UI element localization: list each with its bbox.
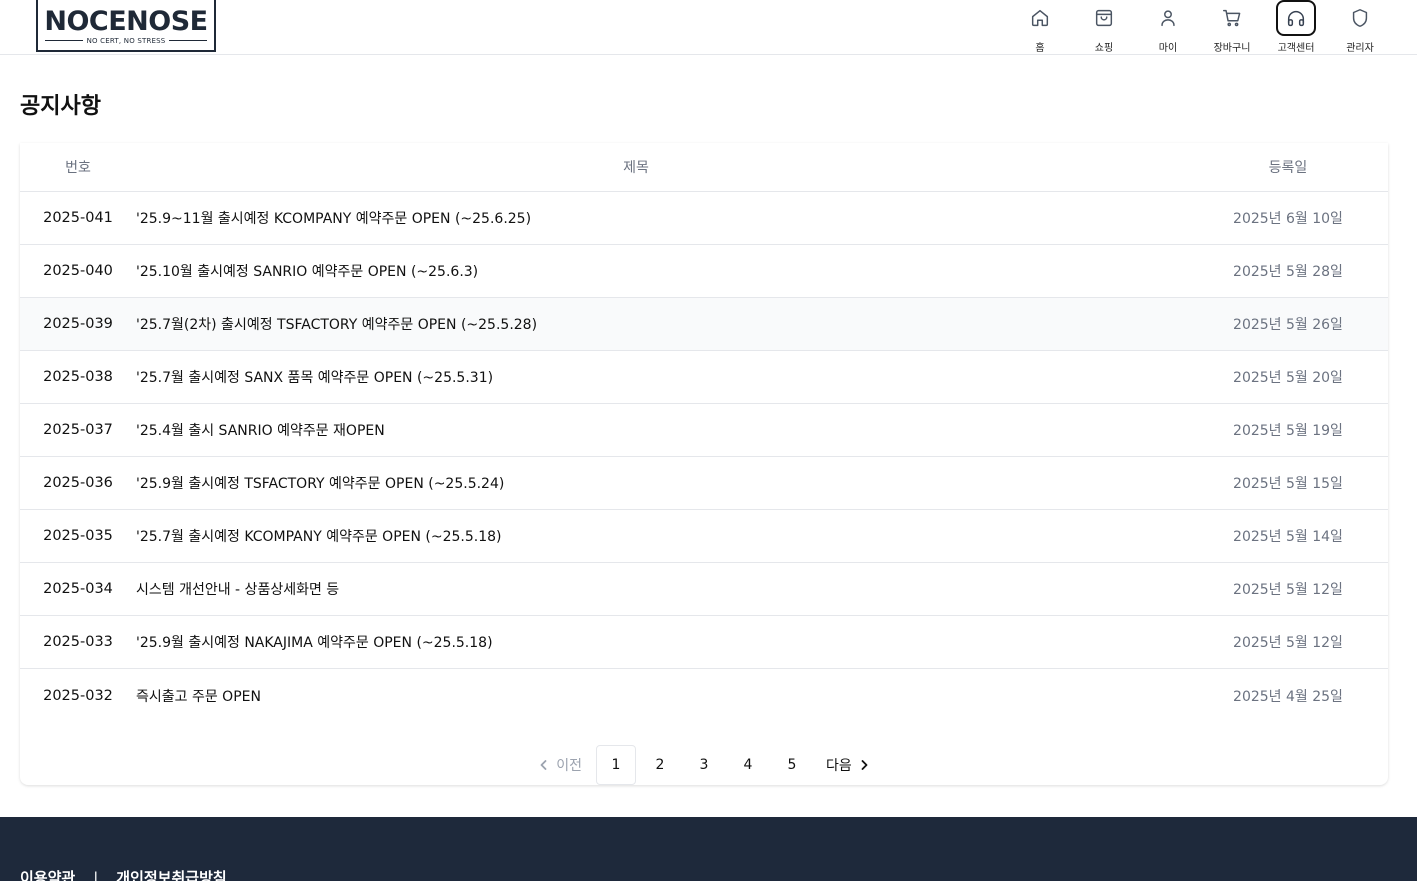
row-date: 2025년 5월 28일 [1233,264,1343,280]
row-title[interactable]: '25.7월 출시예정 SANX 품목 예약주문 OPEN (~25.5.31) [136,367,1188,387]
row-title[interactable]: '25.4월 출시 SANRIO 예약주문 재OPEN [136,420,1188,440]
user-icon [1148,0,1188,36]
notice-table-card: 번호 제목 등록일 2025-041 '25.9~11월 출시예정 KCOMPA… [20,143,1388,785]
cart-icon [1212,0,1252,36]
table-row[interactable]: 2025-035 '25.7월 출시예정 KCOMPANY 예약주문 OPEN … [20,510,1388,563]
logo-divider-right [169,39,208,42]
nav-label: 홈 [1035,43,1045,54]
logo-text: NOCENOSE [44,5,208,37]
nav-item-home[interactable]: 홈 [1020,0,1060,54]
nav-item-cart[interactable]: 장바구니 [1212,0,1252,54]
nav-label: 마이 [1158,43,1178,54]
row-date: 2025년 6월 10일 [1233,211,1343,227]
row-number: 2025-037 [43,422,113,438]
logo-divider-left [45,39,83,42]
site-header: NOCENOSE NO CERT, NO STRESS 홈 쇼핑 마이 장바구니… [0,0,1417,55]
column-header-date: 등록일 [1268,160,1308,176]
row-title[interactable]: '25.9~11월 출시예정 KCOMPANY 예약주문 OPEN (~25.6… [136,208,1188,228]
logo[interactable]: NOCENOSE NO CERT, NO STRESS [36,0,216,52]
column-header-title: 제목 [623,160,649,176]
row-number: 2025-041 [43,210,113,226]
footer-link-privacy[interactable]: 개인정보취급방침 [116,867,226,881]
nav-label: 고객센터 [1277,43,1315,54]
table-row[interactable]: 2025-034 시스템 개선안내 - 상품상세화면 등 2025년 5월 12… [20,563,1388,616]
home-icon [1020,0,1060,36]
row-number: 2025-032 [43,687,113,704]
prev-page-label: 이전 [556,758,582,774]
row-title[interactable]: '25.9월 출시예정 NAKAJIMA 예약주문 OPEN (~25.5.18… [136,632,1188,652]
column-header-number: 번호 [65,160,91,176]
table-row[interactable]: 2025-038 '25.7월 출시예정 SANX 품목 예약주문 OPEN (… [20,351,1388,404]
row-title[interactable]: '25.9월 출시예정 TSFACTORY 예약주문 OPEN (~25.5.2… [136,473,1188,493]
logo-tagline-row: NO CERT, NO STRESS [45,36,208,45]
row-date: 2025년 5월 14일 [1233,529,1343,545]
page-button-3[interactable]: 3 [684,745,724,785]
table-row[interactable]: 2025-040 '25.10월 출시예정 SANRIO 예약주문 OPEN (… [20,245,1388,298]
table-row[interactable]: 2025-033 '25.9월 출시예정 NAKAJIMA 예약주문 OPEN … [20,616,1388,669]
prev-page-button[interactable]: 이전 [528,745,592,785]
row-date: 2025년 5월 26일 [1233,317,1343,333]
top-nav: 홈 쇼핑 마이 장바구니 고객센터 관리자 [1020,0,1380,54]
row-number: 2025-036 [43,475,113,491]
page-button-5[interactable]: 5 [772,745,812,785]
table-row[interactable]: 2025-036 '25.9월 출시예정 TSFACTORY 예약주문 OPEN… [20,457,1388,510]
site-footer: 이용약관 | 개인정보취급방침 [0,817,1417,881]
headphones-icon [1276,0,1316,36]
shopping-bag-icon [1084,0,1124,36]
page-button-1[interactable]: 1 [596,745,636,785]
row-title[interactable]: '25.7월(2차) 출시예정 TSFACTORY 예약주문 OPEN (~25… [136,314,1188,334]
row-date: 2025년 5월 15일 [1233,476,1343,492]
row-date: 2025년 5월 12일 [1233,635,1343,651]
logo-tagline: NO CERT, NO STRESS [86,36,166,45]
table-header: 번호 제목 등록일 [20,143,1388,192]
row-date: 2025년 5월 12일 [1233,582,1343,598]
row-date: 2025년 5월 20일 [1233,370,1343,386]
row-title[interactable]: '25.7월 출시예정 KCOMPANY 예약주문 OPEN (~25.5.18… [136,526,1188,546]
nav-item-admin[interactable]: 관리자 [1340,0,1380,54]
chevron-left-icon [540,760,547,770]
footer-separator: | [93,868,99,881]
nav-item-my[interactable]: 마이 [1148,0,1188,54]
row-number: 2025-034 [43,581,113,597]
row-number: 2025-035 [43,528,113,544]
table-row[interactable]: 2025-037 '25.4월 출시 SANRIO 예약주문 재OPEN 202… [20,404,1388,457]
row-number: 2025-039 [43,316,113,332]
chevron-right-icon [861,760,868,770]
row-number: 2025-040 [43,263,113,279]
pagination: 이전 1 2 3 4 5 다음 [20,745,1388,785]
row-title[interactable]: '25.10월 출시예정 SANRIO 예약주문 OPEN (~25.6.3) [136,261,1188,281]
nav-item-shopping[interactable]: 쇼핑 [1084,0,1124,54]
page-title: 공지사항 [20,94,101,119]
footer-link-terms[interactable]: 이용약관 [20,867,75,881]
next-page-label: 다음 [826,758,852,774]
table-row[interactable]: 2025-041 '25.9~11월 출시예정 KCOMPANY 예약주문 OP… [20,192,1388,245]
page-button-4[interactable]: 4 [728,745,768,785]
table-row[interactable]: 2025-032 즉시출고 주문 OPEN 2025년 4월 25일 [20,669,1388,722]
next-page-button[interactable]: 다음 [816,745,880,785]
nav-label: 장바구니 [1213,43,1251,54]
table-row[interactable]: 2025-039 '25.7월(2차) 출시예정 TSFACTORY 예약주문 … [20,298,1388,351]
nav-item-customer-center[interactable]: 고객센터 [1276,0,1316,54]
row-number: 2025-033 [43,634,113,650]
nav-label: 쇼핑 [1094,43,1114,54]
row-title[interactable]: 즉시출고 주문 OPEN [136,686,1188,706]
row-date: 2025년 5월 19일 [1233,423,1343,439]
page-button-2[interactable]: 2 [640,745,680,785]
row-title[interactable]: 시스템 개선안내 - 상품상세화면 등 [136,579,1188,599]
nav-label: 관리자 [1346,43,1374,54]
row-number: 2025-038 [43,369,113,385]
footer-links: 이용약관 | 개인정보취급방침 [20,867,227,881]
shield-icon [1340,0,1380,36]
row-date: 2025년 4월 25일 [1233,688,1343,705]
